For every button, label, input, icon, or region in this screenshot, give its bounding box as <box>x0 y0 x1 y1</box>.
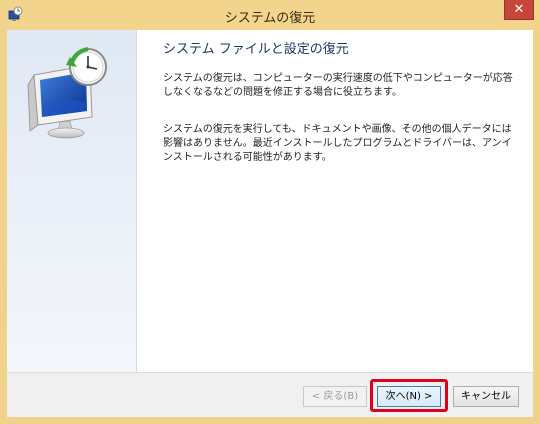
close-button[interactable]: ✕ <box>504 0 534 20</box>
system-restore-window: システムの復元 ✕ システム ファイルと設定の復元 システムの復元は、コンピュー… <box>0 0 540 424</box>
window-title: システムの復元 <box>224 11 316 26</box>
left-banner-pane <box>7 30 137 372</box>
title-bar[interactable]: システムの復元 ✕ <box>0 0 540 30</box>
page-heading: システム ファイルと設定の復元 <box>163 42 349 57</box>
back-button[interactable]: < 戻る(B) <box>303 386 367 407</box>
dialog-client-area: システム ファイルと設定の復元 システムの復元は、コンピューターの実行速度の低下… <box>7 30 533 417</box>
description-paragraph-1: システムの復元は、コンピューターの実行速度の低下やコンピューターが応答しなくなる… <box>163 73 513 98</box>
description-paragraph-2: システムの復元を実行しても、ドキュメントや画像、その他の個人データには影響はあり… <box>163 124 512 163</box>
button-bar: < 戻る(B) 次へ(N) > キャンセル <box>7 372 533 417</box>
next-button[interactable]: 次へ(N) > <box>377 386 441 407</box>
cancel-button[interactable]: キャンセル <box>453 386 519 407</box>
system-restore-illustration-icon <box>27 47 107 139</box>
main-content-pane: システム ファイルと設定の復元 システムの復元は、コンピューターの実行速度の低下… <box>138 30 533 372</box>
